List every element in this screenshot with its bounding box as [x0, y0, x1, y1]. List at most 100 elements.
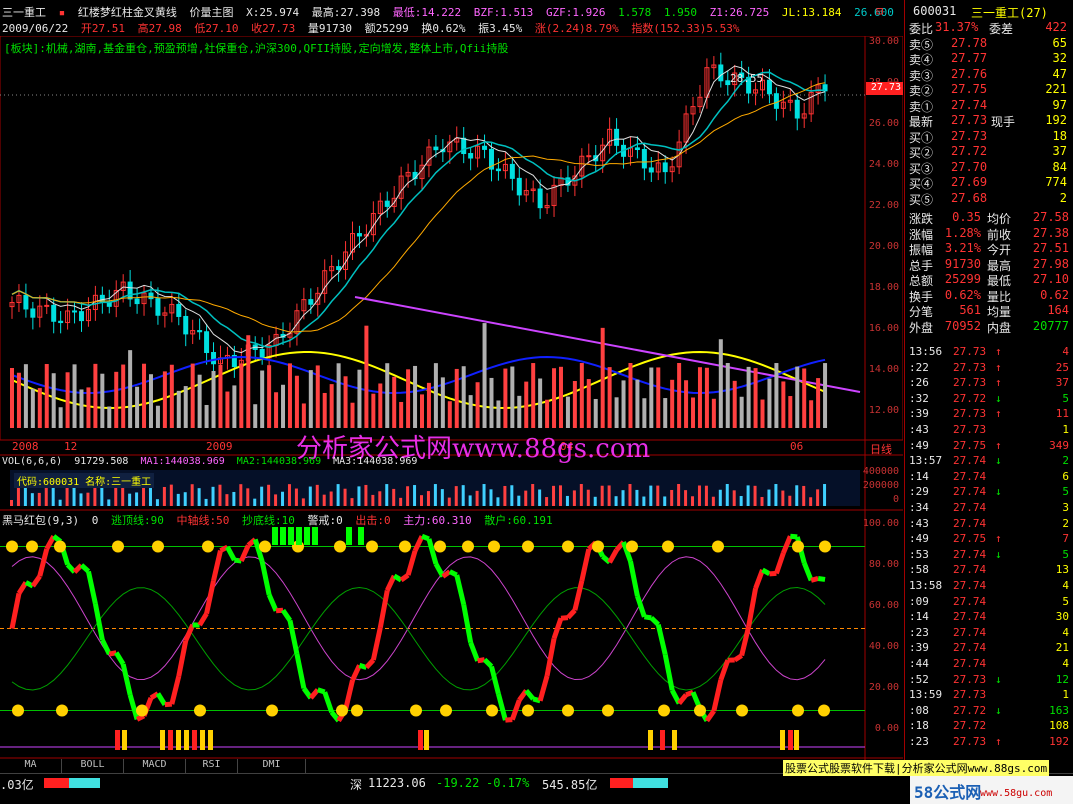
tick-time: :26	[909, 376, 929, 390]
volume-overlay-bar	[135, 386, 140, 428]
volume-bar	[774, 484, 778, 506]
tick-price: 27.74	[953, 454, 987, 468]
period-label[interactable]: 日线	[870, 441, 892, 457]
candle-body	[641, 149, 647, 169]
candle-body	[766, 79, 772, 95]
volume-overlay-bar	[294, 375, 299, 428]
tick-volume: 349	[1049, 438, 1069, 452]
volume-overlay-bar	[732, 380, 737, 428]
stat-value: 164	[1047, 303, 1069, 317]
tick-volume: 108	[1049, 719, 1069, 733]
volume-overlay-bar	[454, 368, 459, 428]
stat-row: 分笔 561 均量 164	[907, 303, 1072, 319]
amount: 额25299	[364, 22, 409, 34]
oscillator-segment	[774, 552, 786, 575]
smiley-icon	[434, 540, 446, 553]
volume-overlay-bar	[10, 368, 14, 428]
smiley-icon	[266, 704, 278, 717]
candlestick-chart[interactable]	[0, 36, 903, 776]
stat-label: 涨幅	[909, 227, 934, 242]
candle-body	[72, 310, 78, 313]
volume-bar	[475, 490, 479, 506]
tick-time: 13:57	[909, 454, 943, 468]
volume-overlay-bar	[190, 363, 195, 428]
volume-overlay-bar	[691, 397, 696, 428]
amplitude: 振3.45%	[478, 22, 523, 34]
tab-rsi[interactable]: RSI	[186, 759, 238, 773]
volume-axis-label: 200000	[862, 480, 899, 491]
volume-bar	[155, 499, 159, 506]
tick-row: :23 27.73 ↑ 192	[907, 735, 1072, 749]
volume-overlay-bar	[385, 363, 390, 428]
ask-volume: 65	[1052, 35, 1067, 50]
candle-body	[634, 147, 640, 151]
oscillator-segment	[114, 651, 126, 666]
volume-bar	[183, 492, 187, 506]
volume-bar	[385, 484, 389, 506]
volume-bar	[552, 485, 556, 506]
tick-direction: ↑	[995, 735, 1002, 748]
peak-annotation: 28.55	[730, 72, 764, 85]
volume-overlay-bar	[503, 368, 508, 428]
promo-link[interactable]: 股票公式股票软件下载|分析家公式网www.88gs.com	[783, 760, 1050, 776]
oscillator-segment	[72, 563, 84, 574]
oscillator-segment	[607, 548, 619, 564]
volume-bar	[642, 496, 646, 506]
tick-time: :58	[909, 563, 929, 577]
volume-overlay-bar	[767, 378, 772, 428]
ind-warn: 警戒:0	[307, 514, 343, 527]
oscillator-segment	[316, 687, 326, 695]
candle-body	[586, 155, 592, 158]
volume-overlay-bar	[545, 399, 550, 428]
tick-volume: 4	[1062, 579, 1069, 592]
tick-row: 13:59 27.73 1	[907, 688, 1072, 702]
candle-body	[336, 266, 342, 270]
volume-overlay-bar	[531, 363, 536, 428]
oscillator-segment	[211, 550, 223, 582]
volume-overlay-bar	[670, 379, 675, 428]
tab-dmi[interactable]: DMI	[238, 759, 306, 773]
volume-bar	[691, 496, 695, 506]
tick-list[interactable]: 13:56 27.73 ↑ 4:22 27.73 ↑ 25:26 27.73 ↑ 37:32 27.…	[907, 345, 1072, 755]
tick-volume: 13	[1055, 563, 1069, 577]
tick-volume: 37	[1055, 376, 1069, 390]
tick-time: :32	[909, 391, 929, 405]
tab-ma[interactable]: MA	[0, 759, 62, 773]
volume-bar	[107, 499, 111, 506]
volume-overlay-bar	[253, 404, 258, 428]
volume-bar	[100, 487, 104, 506]
tab-boll[interactable]: BOLL	[62, 759, 124, 773]
tick-direction: ↑	[995, 376, 1002, 390]
volume-bar	[510, 485, 514, 506]
volume-overlay-bar	[433, 363, 438, 428]
volume-bar	[767, 489, 771, 506]
volume-overlay-bar	[461, 366, 466, 428]
volume-overlay-bar	[753, 368, 758, 428]
tick-price: 27.73	[953, 345, 987, 358]
ask-row: 卖④ 27.77 32	[907, 51, 1072, 67]
volume-overlay-bar	[760, 399, 765, 428]
tick-price: 27.74	[953, 547, 987, 561]
smiley-icon	[522, 704, 534, 717]
bid-price: 27.68	[951, 190, 988, 205]
candle-body	[794, 99, 800, 119]
oscillator-segment	[225, 545, 237, 562]
smiley-icon	[602, 704, 614, 717]
volume-overlay-bar	[420, 394, 424, 428]
oscillator-segment	[308, 688, 320, 700]
warning-bar	[280, 527, 286, 545]
oscillator-segment	[322, 691, 335, 714]
tab-macd[interactable]: MACD	[124, 759, 186, 773]
weibi-label: 委比	[909, 22, 934, 36]
ask-label: 卖④	[909, 53, 934, 67]
date-axis-label: 2009	[206, 440, 233, 453]
volume-overlay-bar	[169, 364, 174, 428]
oscillator-segment	[164, 701, 173, 708]
chart-area[interactable]: 三一重工 ▪ 红楼梦红柱金叉黄线 价量主图 X:25.974 最高:27.398…	[0, 0, 903, 773]
site-logo[interactable]: 58公式网 www.58gu.com	[910, 776, 1073, 804]
tick-volume: 4	[1062, 345, 1069, 358]
smiley-icon	[792, 540, 804, 553]
tick-price: 27.73	[953, 735, 987, 748]
stat-value: 27.98	[1032, 256, 1069, 271]
volume-overlay-bar	[684, 380, 689, 428]
